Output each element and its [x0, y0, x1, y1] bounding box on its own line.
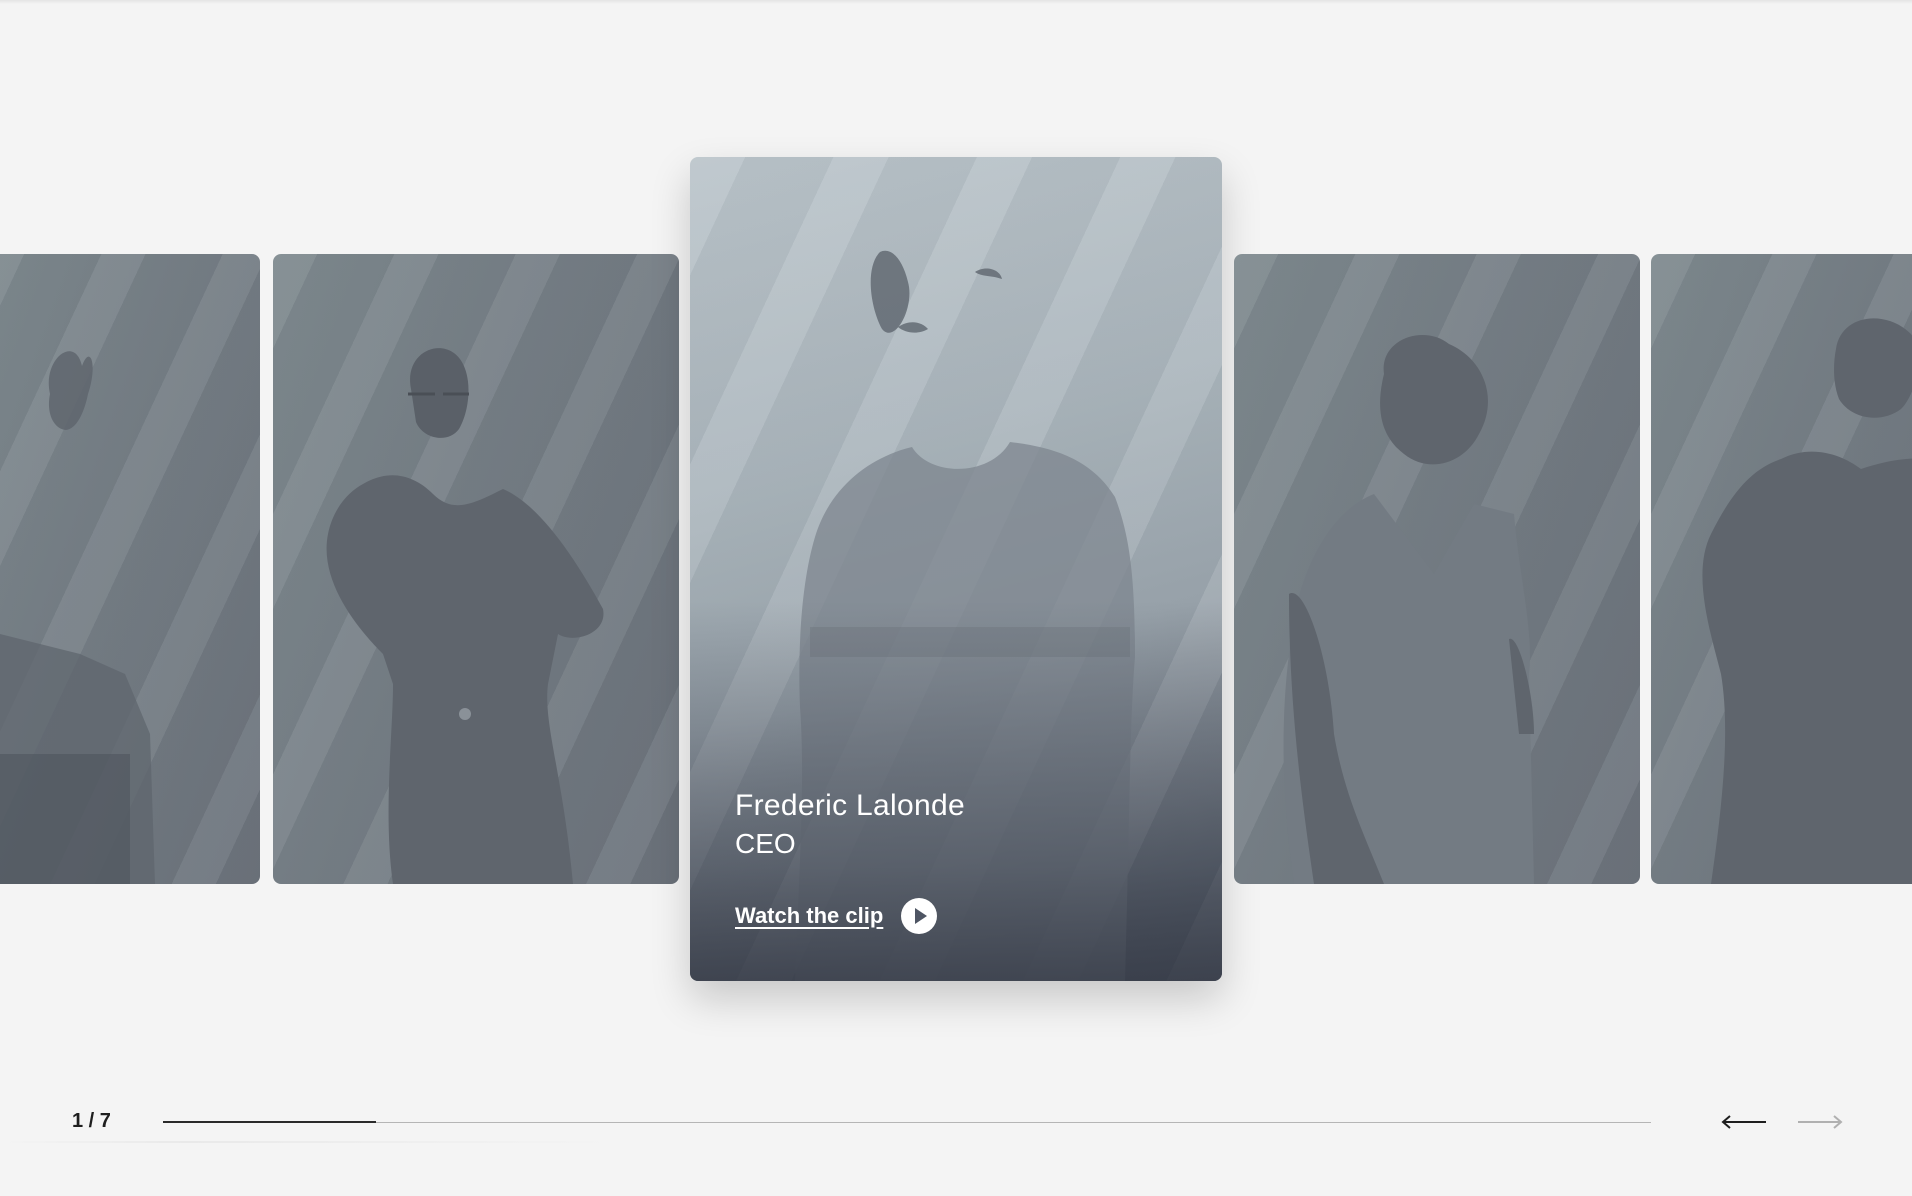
- person-silhouette: [1283, 335, 1534, 884]
- previous-button[interactable]: [1718, 1106, 1770, 1138]
- person-role: CEO: [735, 828, 796, 859]
- bottom-divider: [0, 1141, 620, 1143]
- watch-clip-link[interactable]: Watch the clip: [735, 898, 938, 934]
- person-silhouette: [326, 348, 604, 884]
- team-card-previous-1[interactable]: [273, 254, 679, 884]
- progress-fill: [163, 1121, 376, 1123]
- person-silhouette: [1702, 318, 1912, 884]
- team-card-active[interactable]: Frederic Lalonde CEO Watch the clip: [690, 157, 1222, 981]
- team-card-next-2[interactable]: [1651, 254, 1912, 884]
- arrow-right-icon[interactable]: [1794, 1106, 1846, 1138]
- team-card-next-1[interactable]: [1234, 254, 1640, 884]
- slide-counter: 1 / 7: [72, 1110, 111, 1132]
- progress-bar: [163, 1121, 1651, 1123]
- watch-clip-label[interactable]: Watch the clip: [735, 903, 883, 929]
- person-name: Frederic Lalonde: [735, 789, 965, 822]
- next-button[interactable]: [1794, 1106, 1846, 1138]
- play-icon[interactable]: [901, 898, 938, 934]
- person-silhouette: [0, 351, 155, 884]
- team-card-previous-2[interactable]: [0, 254, 260, 884]
- top-divider: [0, 0, 1912, 4]
- arrow-left-icon[interactable]: [1718, 1106, 1770, 1138]
